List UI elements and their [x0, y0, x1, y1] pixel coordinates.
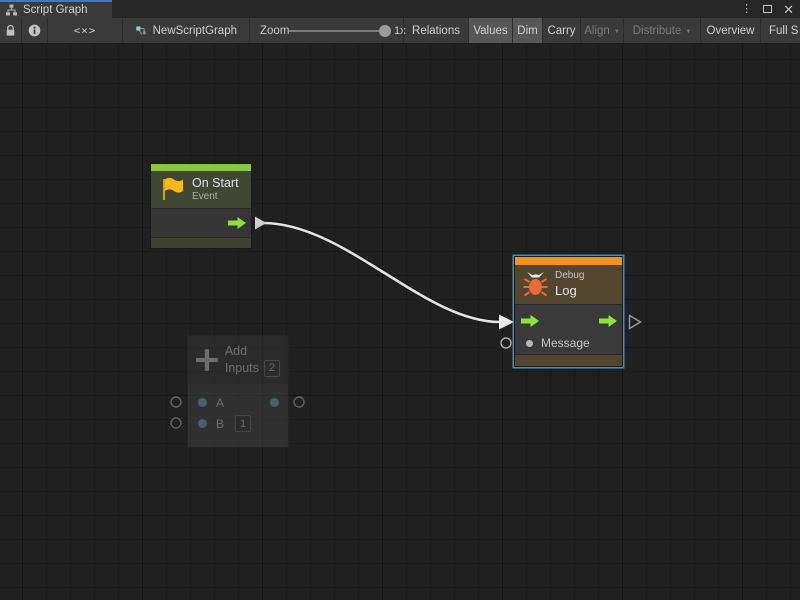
window-controls: ⋮ ✕ [741, 0, 794, 18]
lock-button[interactable] [0, 18, 22, 43]
node-kicker: Debug [555, 270, 584, 283]
graph-toolbar: <×> NewScriptGraph Zoom 1x Relations Val… [0, 18, 800, 44]
node-debug-log[interactable]: Debug Log Message [515, 257, 622, 366]
flow-output-arrow-icon[interactable] [599, 315, 617, 327]
port-b-value-field[interactable]: 1 [235, 415, 251, 432]
bug-icon [523, 271, 548, 298]
node-header: Add Inputs 2 [188, 336, 288, 384]
graph-asset-button[interactable]: NewScriptGraph [123, 18, 250, 43]
node-header: Debug Log [515, 265, 622, 304]
toolbar-right-group: Relations Values Dim Carry Align ▼ Distr… [403, 18, 800, 43]
graph-hierarchy-icon [5, 4, 18, 16]
add-input-a-port[interactable] [171, 397, 181, 407]
plus-icon [196, 347, 218, 373]
port-row-b: B 1 [188, 413, 288, 434]
inputs-count-field[interactable]: 2 [264, 360, 280, 377]
maximize-icon[interactable] [763, 5, 772, 13]
node-header: On Start Event [151, 171, 251, 208]
code-icon: <×> [74, 24, 97, 37]
relations-button[interactable]: Relations [403, 18, 468, 43]
title-bar: Script Graph ⋮ ✕ [0, 0, 800, 18]
value-port-dot[interactable] [526, 340, 533, 347]
message-row: Message [515, 332, 622, 354]
port-row-a: A [188, 392, 288, 413]
chevron-down-icon: ▼ [614, 29, 620, 35]
value-output-dot[interactable] [270, 398, 279, 407]
node-subtitle: Event [192, 191, 239, 203]
node-body: A B 1 [188, 384, 288, 447]
values-button[interactable]: Values [468, 18, 512, 43]
chevron-down-icon: ▼ [685, 29, 691, 35]
flow-output-arrow-icon[interactable] [228, 217, 246, 229]
fullscreen-button[interactable]: Full S [760, 18, 800, 43]
node-title: Log [555, 283, 584, 299]
node-footer [151, 237, 251, 248]
zoom-slider-track[interactable] [289, 30, 379, 32]
wire-overlay [0, 44, 800, 600]
node-accent-bar [151, 164, 251, 171]
info-icon [28, 24, 41, 37]
port-label: A [216, 396, 224, 410]
node-title: On Start [192, 176, 239, 190]
zoom-slider-handle[interactable] [379, 25, 391, 37]
flow-row [515, 310, 622, 332]
overview-button[interactable]: Overview [700, 18, 760, 43]
debuglog-message-port[interactable] [501, 338, 511, 348]
port-label: Message [541, 336, 590, 350]
dim-button[interactable]: Dim [512, 18, 542, 43]
tab-label: Script Graph [23, 4, 88, 16]
script-graph-window: Script Graph ⋮ ✕ <×> [0, 0, 800, 600]
script-graph-asset-icon [135, 24, 147, 38]
node-title: Add [225, 343, 280, 359]
tab-script-graph[interactable]: Script Graph [0, 0, 112, 18]
debuglog-input-port-connected[interactable] [499, 315, 514, 330]
distribute-dropdown[interactable]: Distribute ▼ [623, 18, 700, 43]
wire-onstart-to-debuglog[interactable] [263, 223, 500, 322]
graph-asset-name: NewScriptGraph [153, 25, 237, 37]
align-dropdown[interactable]: Align ▼ [580, 18, 623, 43]
node-on-start[interactable]: On Start Event [150, 163, 252, 249]
node-body [151, 208, 251, 237]
node-body: Message [515, 304, 622, 354]
port-label: B [216, 417, 224, 431]
lock-icon [5, 24, 16, 37]
graph-canvas[interactable]: On Start Event [0, 44, 800, 600]
menu-icon[interactable]: ⋮ [741, 4, 752, 15]
carry-button[interactable]: Carry [542, 18, 580, 43]
node-accent-bar [515, 257, 622, 265]
flow-input-arrow-icon[interactable] [521, 315, 539, 327]
flag-icon [159, 176, 185, 203]
debuglog-output-port[interactable] [630, 316, 641, 329]
node-add-dimmed[interactable]: Add Inputs 2 A B 1 [187, 335, 289, 448]
value-port-dot[interactable] [198, 398, 207, 407]
close-icon[interactable]: ✕ [783, 3, 794, 16]
info-button[interactable] [22, 18, 48, 43]
zoom-label: Zoom [260, 18, 289, 43]
node-subtitle: Inputs [225, 360, 259, 376]
value-port-dot[interactable] [198, 419, 207, 428]
onstart-output-port[interactable] [255, 217, 267, 230]
node-footer [515, 354, 622, 366]
add-input-b-port[interactable] [171, 418, 181, 428]
add-output-port[interactable] [294, 397, 304, 407]
code-view-button[interactable]: <×> [48, 18, 123, 43]
